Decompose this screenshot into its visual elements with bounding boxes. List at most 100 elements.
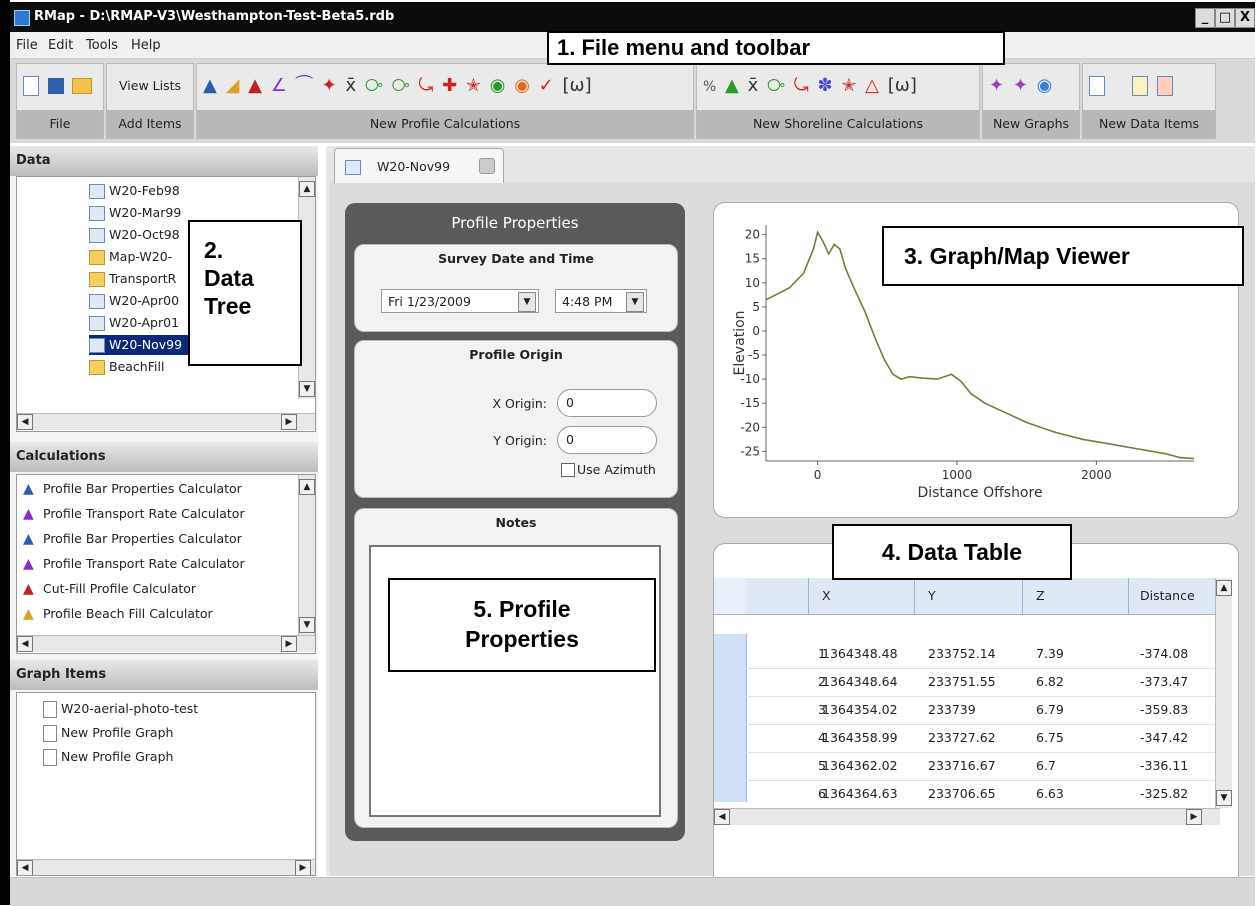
scroll-left-icon[interactable]: ◀ xyxy=(17,860,33,875)
table-row[interactable]: 2 1364348.64 233751.55 6.82 -373.47 xyxy=(746,668,1216,697)
column-header-distance[interactable]: Distance xyxy=(1140,588,1195,603)
volume-icon[interactable]: ⏜ xyxy=(296,74,313,98)
view-lists-button[interactable]: View Lists xyxy=(107,78,193,93)
close-button[interactable]: X xyxy=(1235,8,1255,28)
fork-icon[interactable]: ✽ xyxy=(817,74,832,98)
tab-w20-nov99[interactable]: W20-Nov99 xyxy=(334,148,504,183)
open-folder-icon[interactable] xyxy=(72,78,93,94)
bar-properties-icon[interactable]: ▲ xyxy=(203,74,217,98)
calc-item[interactable]: ▲ Profile Bar Properties Calculator xyxy=(23,479,242,499)
scroll-left-icon[interactable]: ◀ xyxy=(17,636,33,652)
column-header-x[interactable]: X xyxy=(822,588,831,603)
ring2-icon[interactable]: ◉ xyxy=(514,74,530,98)
scroll-right-icon[interactable]: ▶ xyxy=(281,414,297,430)
tree-item[interactable]: W20-Apr01 xyxy=(89,313,179,333)
menu-edit[interactable]: Edit xyxy=(48,38,73,53)
scroll-right-icon[interactable]: ▶ xyxy=(1186,809,1202,825)
calc-item[interactable]: ▲ Cut-Fill Profile Calculator xyxy=(23,579,196,599)
calc-item[interactable]: ▲ Profile Bar Properties Calculator xyxy=(23,529,242,549)
globe-icon[interactable]: ◉ xyxy=(1037,74,1053,98)
curve2-icon[interactable]: ⧂ xyxy=(392,74,410,98)
scroll-down-icon[interactable]: ▼ xyxy=(299,381,315,397)
omega-icon[interactable]: [ω] xyxy=(888,74,917,98)
calc-item[interactable]: ▲ Profile Beach Fill Calculator xyxy=(23,604,213,624)
scroll-down-icon[interactable]: ▼ xyxy=(1216,790,1232,806)
scroll-up-icon[interactable]: ▲ xyxy=(299,181,315,197)
column-header-z[interactable]: Z xyxy=(1036,588,1045,603)
table-row[interactable]: 3 1364354.02 233739 6.79 -359.83 xyxy=(746,696,1216,725)
save-icon[interactable] xyxy=(47,78,64,94)
time-picker[interactable]: 4:48 PM ▼ xyxy=(555,289,647,313)
date-picker[interactable]: Fri 1/23/2009 ▼ xyxy=(381,289,539,313)
chevron-down-icon[interactable]: ▼ xyxy=(626,292,644,312)
calc-item-label: Profile Bar Properties Calculator xyxy=(43,531,242,546)
calc-hscroll[interactable]: ◀ ▶ xyxy=(17,635,315,652)
target-icon[interactable]: ✭ xyxy=(466,74,481,98)
tree-item[interactable]: W20-Mar99 xyxy=(89,203,181,223)
menu-help[interactable]: Help xyxy=(131,38,161,53)
table-row[interactable]: 5 1364362.02 233716.67 6.7 -336.11 xyxy=(746,752,1216,781)
fit-icon[interactable]: ✚ xyxy=(442,74,457,98)
data-tree-hscroll[interactable]: ◀ ▶ xyxy=(17,413,315,430)
ring-icon[interactable]: ◉ xyxy=(490,74,506,98)
triangle-icon[interactable]: ▲ xyxy=(725,74,739,98)
target-icon[interactable]: ✭ xyxy=(841,74,856,98)
column-header-y[interactable]: Y xyxy=(928,588,936,603)
tree-item[interactable]: TransportR xyxy=(89,269,176,289)
graph2-icon[interactable]: ✦ xyxy=(1013,74,1028,98)
cut-fill-icon[interactable]: ▲ xyxy=(248,74,262,98)
calc-vscroll[interactable]: ▲ ▼ xyxy=(298,475,315,635)
scroll-up-icon[interactable]: ▲ xyxy=(299,479,315,495)
calc-item[interactable]: ▲ Profile Transport Rate Calculator xyxy=(23,504,245,524)
table-vscroll[interactable]: ▲ ▼ xyxy=(1215,578,1232,808)
y-origin-input[interactable]: 0 xyxy=(557,426,657,454)
chevron-down-icon[interactable]: ▼ xyxy=(518,292,536,312)
table-row[interactable]: 4 1364358.99 233727.62 6.75 -347.42 xyxy=(746,724,1216,753)
image-item-icon[interactable] xyxy=(1089,76,1105,96)
scroll-right-icon[interactable]: ▶ xyxy=(295,860,311,875)
hook-icon[interactable]: ⤿ xyxy=(794,74,809,98)
table-hscroll[interactable]: ◀ ▶ xyxy=(714,808,1220,825)
curve-icon[interactable]: ⧂ xyxy=(365,74,383,98)
maximize-button[interactable]: □ xyxy=(1215,8,1235,28)
mean-icon[interactable]: x̄ xyxy=(748,74,759,98)
flag-icon[interactable]: ✓ xyxy=(539,74,554,98)
tree-item[interactable]: W20-Oct98 xyxy=(89,225,180,245)
tree-item[interactable]: BeachFill xyxy=(89,357,164,377)
scroll-right-icon[interactable]: ▶ xyxy=(281,636,297,652)
tree-item[interactable]: Map-W20- xyxy=(89,247,172,267)
curve-icon[interactable]: ⧂ xyxy=(767,74,785,98)
tree-item[interactable]: W20-Feb98 xyxy=(89,181,180,201)
graph-item[interactable]: New Profile Graph xyxy=(43,747,173,767)
scroll-up-icon[interactable]: ▲ xyxy=(1216,580,1232,596)
tab-close-icon[interactable] xyxy=(479,158,495,174)
tree-item[interactable]: W20-Apr00 xyxy=(89,291,179,311)
scroll-left-icon[interactable]: ◀ xyxy=(17,414,33,430)
new-file-icon[interactable] xyxy=(23,76,39,96)
beach-fill-icon[interactable]: ◢ xyxy=(226,74,240,98)
graph-item[interactable]: New Profile Graph xyxy=(43,723,173,743)
menu-tools[interactable]: Tools xyxy=(86,38,118,53)
minimize-button[interactable]: _ xyxy=(1195,8,1215,28)
percent-icon[interactable]: % xyxy=(703,75,716,98)
graph-icon[interactable]: ✦ xyxy=(989,74,1004,98)
graph-item[interactable]: W20-aerial-photo-test xyxy=(43,699,198,719)
x-origin-input[interactable]: 0 xyxy=(557,389,657,417)
new-item2-icon[interactable] xyxy=(1157,76,1174,96)
transport-rate-icon[interactable]: ∠ xyxy=(271,74,287,98)
hook-icon[interactable]: ⤿ xyxy=(418,74,433,98)
table-row[interactable]: 1 1364348.48 233752.14 7.39 -374.08 xyxy=(746,640,1216,669)
omega-icon[interactable]: [ω] xyxy=(562,74,591,98)
new-item-icon[interactable] xyxy=(1132,76,1149,96)
calc-item[interactable]: ▲ Profile Transport Rate Calculator xyxy=(23,554,245,574)
scroll-left-icon[interactable]: ◀ xyxy=(714,809,730,825)
graph-hscroll[interactable]: ◀ ▶ xyxy=(17,859,315,875)
slope-icon[interactable]: ✦ xyxy=(322,74,337,98)
warning-icon[interactable]: △ xyxy=(865,74,879,98)
scroll-down-icon[interactable]: ▼ xyxy=(299,617,315,633)
menu-file[interactable]: File xyxy=(16,38,38,53)
table-row[interactable]: 6 1364364.63 233706.65 6.63 -325.82 xyxy=(746,780,1216,809)
mean-icon[interactable]: x̄ xyxy=(345,74,356,98)
tree-item[interactable]: W20-Nov99 xyxy=(89,335,189,355)
use-azimuth-checkbox[interactable] xyxy=(561,463,575,477)
